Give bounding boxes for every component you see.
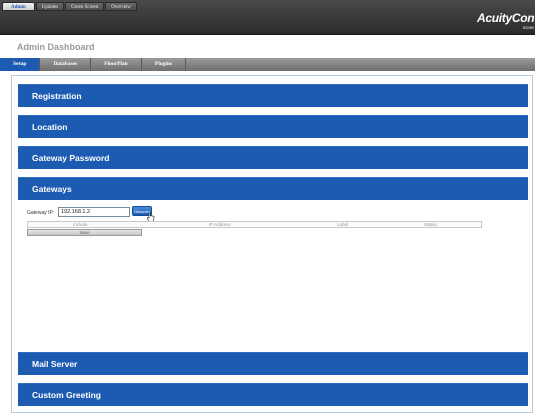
section-label: Location (32, 122, 68, 132)
logo-subtext: SCHE (522, 25, 534, 30)
section-label: Gateways (32, 184, 72, 194)
section-registration[interactable]: Registration (18, 84, 528, 107)
table-header-label: Label (337, 222, 349, 227)
section-label: Gateway Password (32, 153, 110, 163)
top-bar: Admin Updates Green Screen Overview Acui… (0, 0, 535, 35)
table-header-ip-address: IP Address (209, 222, 231, 227)
section-mail-server[interactable]: Mail Server (18, 352, 528, 375)
tab-plugins[interactable]: Plugins (142, 58, 187, 71)
main-nav: Setup Databases FloorPlan Plugins (0, 58, 535, 71)
top-tab-green-screen[interactable]: Green Screen (65, 2, 105, 11)
top-tabs: Admin Updates Green Screen Overview (2, 2, 137, 11)
brand-logo: AcuityCon SCHE (475, 11, 535, 33)
save-button[interactable]: Save (27, 229, 142, 236)
setup-panel: Registration Location Gateway Password G… (11, 75, 533, 413)
tab-floorplan[interactable]: FloorPlan (91, 58, 142, 71)
section-label: Registration (32, 91, 82, 101)
page-title: Admin Dashboard (17, 42, 95, 52)
section-location[interactable]: Location (18, 115, 528, 138)
section-gateways[interactable]: Gateways (18, 177, 528, 200)
tab-setup[interactable]: Setup (0, 58, 41, 71)
tab-databases[interactable]: Databases (40, 58, 92, 71)
section-gateway-password[interactable]: Gateway Password (18, 146, 528, 169)
top-tab-overview[interactable]: Overview (105, 2, 137, 11)
top-tab-admin[interactable]: Admin (2, 2, 35, 11)
logo-text: AcuityCon (477, 11, 535, 25)
section-label: Custom Greeting (32, 390, 101, 400)
gateway-ip-label: Gateway IP: (27, 210, 55, 216)
table-header-include: Include (73, 222, 88, 227)
top-tab-updates[interactable]: Updates (35, 2, 65, 11)
table-header-status: Status (424, 222, 437, 227)
section-custom-greeting[interactable]: Custom Greeting (18, 383, 528, 406)
gateway-ip-input[interactable]: 192.168.1.2 (58, 207, 130, 217)
gateways-body: Gateway IP: 192.168.1.2 Discover Include… (18, 200, 528, 350)
gateways-table: Include IP Address Label Status (27, 221, 482, 228)
section-label: Mail Server (32, 359, 78, 369)
